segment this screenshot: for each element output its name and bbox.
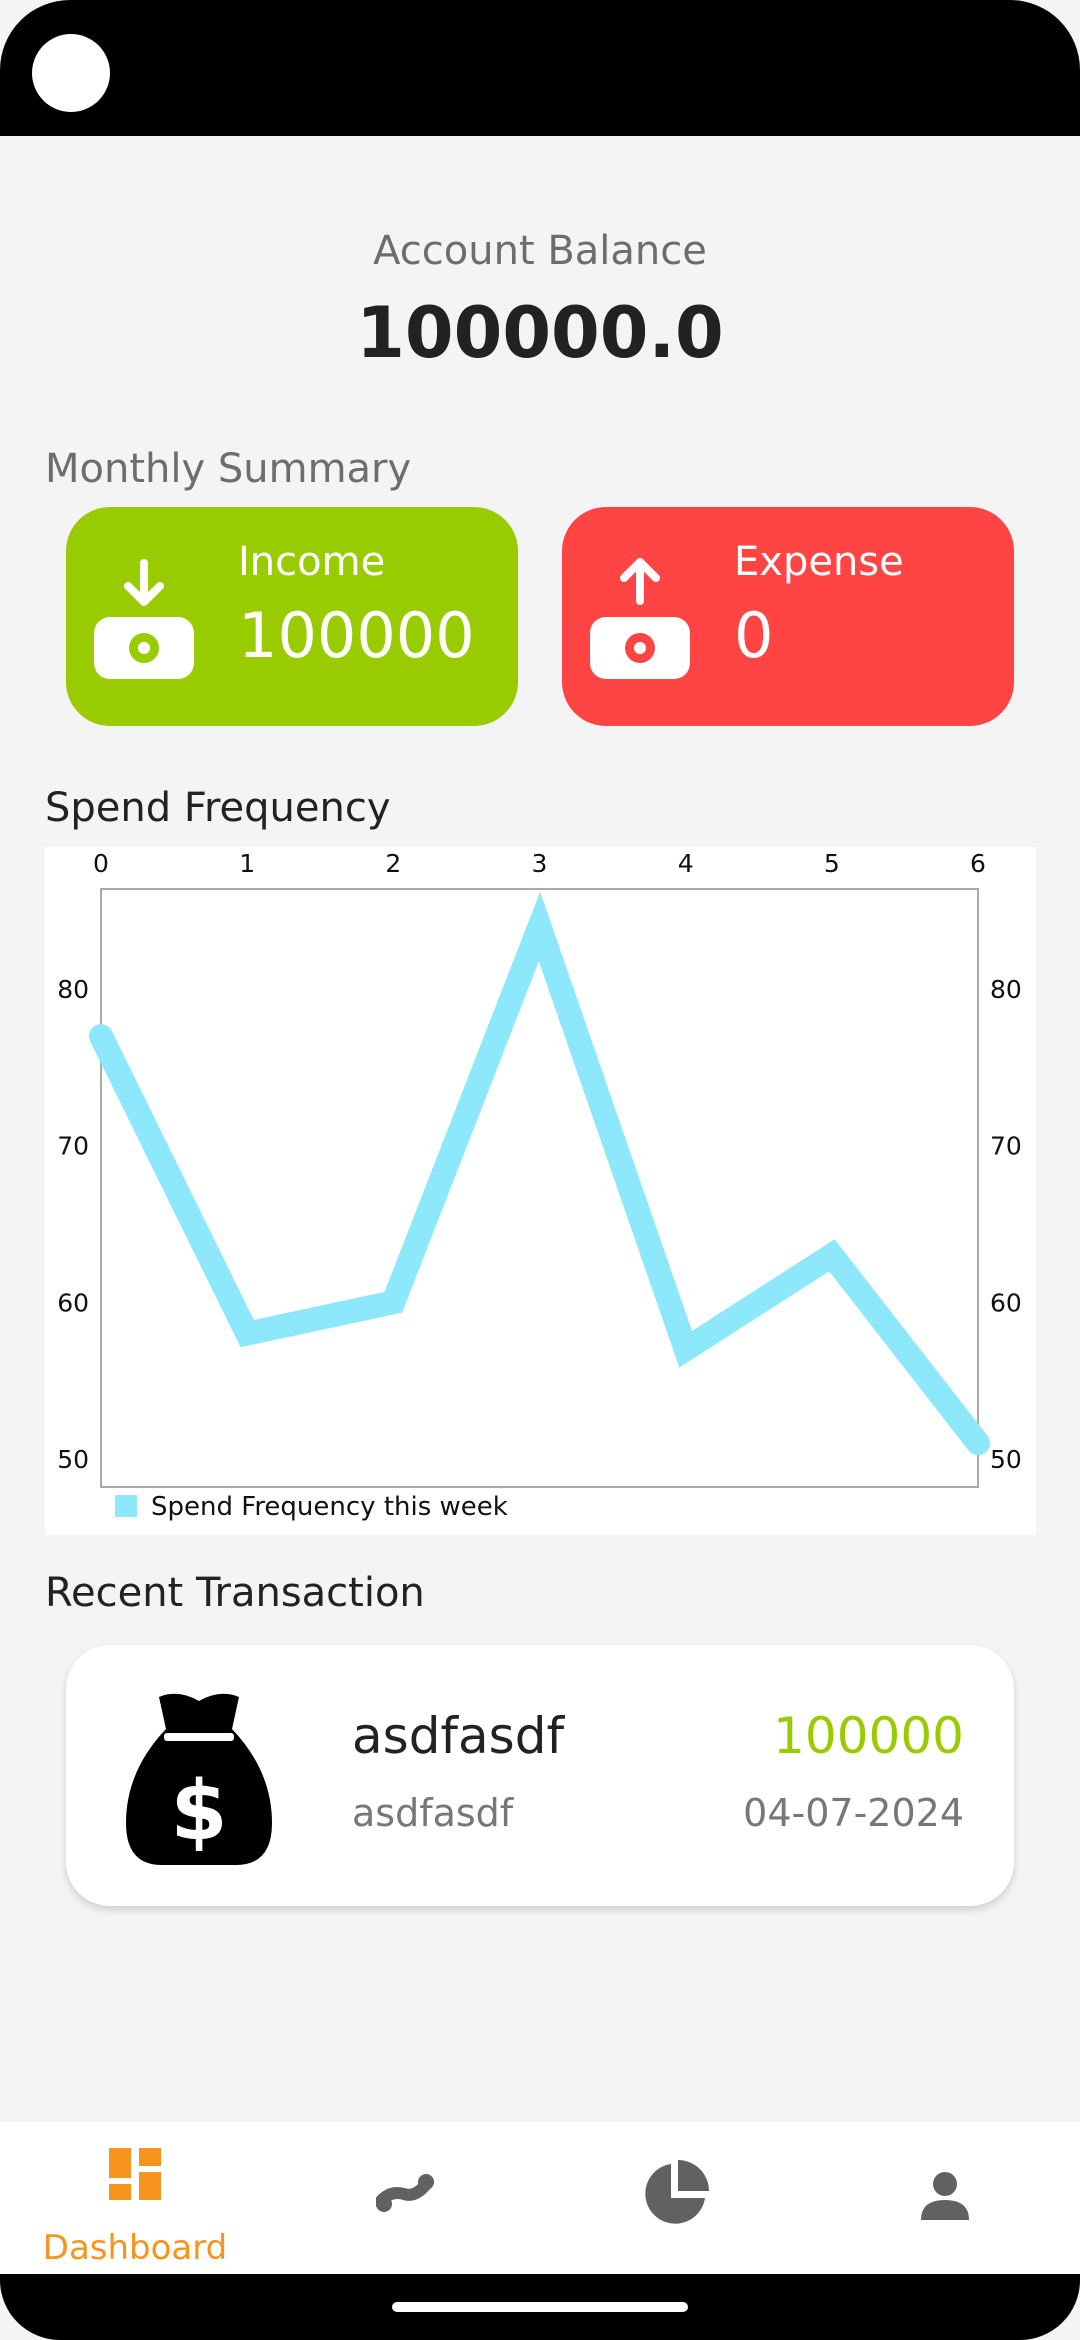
gesture-bar	[0, 2274, 1080, 2340]
data-point	[822, 1246, 841, 1265]
recent-transaction-title: Recent Transaction	[45, 1570, 425, 1616]
spend-frequency-chart: 0 1 2 3 4 5 6 50 50 60 60 70 70 80 80 Spend Frequency t…	[45, 847, 1036, 1535]
x-tick-label: 0	[93, 849, 109, 878]
transaction-description: asdfasdf	[352, 1791, 514, 1835]
income-card[interactable]: Income 100000	[66, 507, 518, 726]
expense-label: Expense	[734, 539, 904, 585]
home-indicator[interactable]	[392, 2302, 688, 2312]
legend-swatch	[115, 1495, 137, 1517]
legend-label: Spend Frequency this week	[151, 1492, 508, 1522]
nav-item-profile[interactable]	[810, 2122, 1080, 2274]
plot-frame	[100, 888, 979, 1488]
x-tick-label: 4	[678, 849, 694, 878]
income-value: 100000	[238, 599, 475, 672]
data-point	[238, 1324, 257, 1343]
money-out-icon	[590, 558, 690, 679]
x-tick-label: 2	[385, 849, 401, 878]
y-tick-label-left: 80	[57, 975, 89, 1004]
y-tick-label-right: 50	[990, 1445, 1022, 1474]
y-tick-label-left: 50	[57, 1445, 89, 1474]
y-tick-label-right: 70	[990, 1132, 1022, 1161]
spend-frequency-title: Spend Frequency	[45, 785, 391, 831]
y-tick-label-left: 60	[57, 1288, 89, 1317]
nav-label-dashboard: Dashboard	[42, 2228, 228, 2268]
money-bag-icon: $	[126, 1693, 272, 1865]
nav-item-statistics[interactable]	[540, 2122, 810, 2274]
x-tick-label: 3	[532, 849, 548, 878]
data-point	[676, 1340, 695, 1359]
x-tick-label: 5	[824, 849, 840, 878]
nav-item-dashboard[interactable]: Dashboard	[0, 2122, 270, 2274]
transaction-amount: 100000	[773, 1707, 964, 1765]
pie-chart-icon	[645, 2160, 709, 2224]
transaction-card[interactable]: $ asdfasdf asdfasdf 100000 04-07-2024	[66, 1645, 1014, 1906]
transaction-title: asdfasdf	[352, 1707, 565, 1765]
data-point	[384, 1293, 403, 1312]
series-line	[89, 891, 990, 1456]
data-point	[530, 917, 549, 936]
data-point	[92, 1027, 110, 1046]
monthly-summary-title: Monthly Summary	[45, 446, 412, 492]
nav-item-transactions[interactable]	[270, 2122, 540, 2274]
bottom-navigation: Dashboard	[0, 2122, 1080, 2274]
y-tick-label-right: 60	[990, 1288, 1022, 1317]
status-bar	[0, 0, 1080, 136]
income-label: Income	[238, 539, 386, 585]
expense-card[interactable]: Expense 0	[562, 507, 1014, 726]
profile-icon	[921, 2172, 969, 2220]
y-tick-label-left: 70	[57, 1132, 89, 1161]
camera-cutout	[32, 34, 110, 112]
dashboard-icon	[109, 2148, 161, 2200]
transactions-icon	[376, 2174, 434, 2212]
transaction-date: 04-07-2024	[743, 1791, 964, 1835]
data-point	[969, 1434, 987, 1453]
account-balance-value: 100000.0	[356, 292, 724, 374]
y-tick-label-right: 80	[990, 975, 1022, 1004]
account-balance-label: Account Balance	[373, 228, 707, 274]
money-in-icon	[94, 559, 194, 679]
svg-text:$: $	[170, 1764, 227, 1859]
expense-value: 0	[734, 599, 774, 672]
line-chart-svg: 0 1 2 3 4 5 6 50 50 60 60 70 70 80 80 Spend Frequency t…	[57, 849, 1022, 1522]
x-tick-label: 6	[970, 849, 986, 878]
x-tick-label: 1	[239, 849, 255, 878]
